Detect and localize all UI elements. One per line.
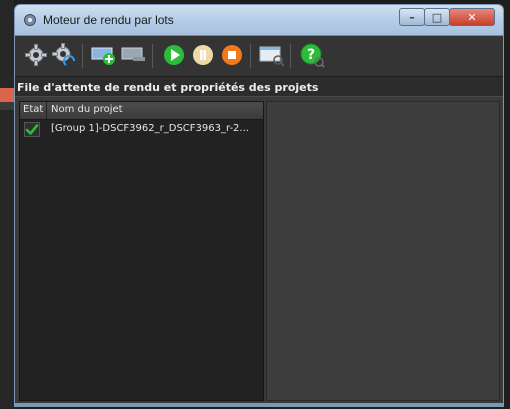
stop-render-button[interactable] xyxy=(219,42,245,68)
window-bottom-border xyxy=(15,403,503,406)
render-queue-list[interactable]: Etat Nom du projet [Group 1]-DSCF3962_r_… xyxy=(19,101,264,401)
toolbar-separator xyxy=(290,44,291,68)
title-bar[interactable]: Moteur de rendu par lots – □ ✕ xyxy=(15,5,503,36)
play-icon xyxy=(164,45,184,65)
gear-icon xyxy=(25,44,47,66)
add-item-icon xyxy=(91,47,115,65)
toolbar: ? xyxy=(15,36,503,77)
column-header-name[interactable]: Nom du projet xyxy=(51,104,123,115)
window-title: Moteur de rendu par lots xyxy=(43,13,174,27)
preview-button[interactable] xyxy=(259,42,285,68)
preview-icon xyxy=(259,46,285,67)
minimize-button[interactable]: – xyxy=(399,8,425,26)
remove-project-button[interactable] xyxy=(121,42,147,68)
pause-icon xyxy=(193,45,213,65)
maximize-button[interactable]: □ xyxy=(424,8,450,26)
project-name: [Group 1]-DSCF3962_r_DSCF3963_r-2... xyxy=(51,123,249,134)
app-gear-icon xyxy=(24,14,36,26)
remove-item-icon xyxy=(121,47,145,61)
stop-icon xyxy=(222,45,242,65)
toolbar-separator xyxy=(82,44,83,68)
column-divider[interactable] xyxy=(46,102,47,119)
toolbar-separator xyxy=(152,44,153,68)
batch-render-window: Moteur de rendu par lots – □ ✕ ? File d'… xyxy=(14,4,504,407)
help-icon: ? xyxy=(300,43,325,68)
background-window-accent xyxy=(0,88,14,102)
svg-text:?: ? xyxy=(307,47,315,63)
gear-refresh-icon xyxy=(52,43,75,66)
settings-button[interactable] xyxy=(23,42,49,68)
background-window-strip xyxy=(0,102,14,110)
add-project-button[interactable] xyxy=(91,42,117,68)
table-row[interactable]: [Group 1]-DSCF3962_r_DSCF3963_r-2... xyxy=(20,120,263,138)
toolbar-separator xyxy=(250,44,251,68)
close-button[interactable]: ✕ xyxy=(449,8,495,26)
checkmark-icon xyxy=(25,124,39,135)
section-title: File d'attente de rendu et propriétés de… xyxy=(17,81,319,94)
background-window xyxy=(0,0,14,409)
column-header-status[interactable]: Etat xyxy=(23,104,43,115)
main-panel: Etat Nom du projet [Group 1]-DSCF3962_r_… xyxy=(15,96,503,406)
table-header: Etat Nom du projet xyxy=(20,102,263,120)
status-checkbox[interactable] xyxy=(24,122,40,137)
start-render-button[interactable] xyxy=(161,42,187,68)
help-button[interactable]: ? xyxy=(299,42,325,68)
settings-refresh-button[interactable] xyxy=(51,42,77,68)
project-properties-panel xyxy=(266,101,500,401)
pause-render-button[interactable] xyxy=(190,42,216,68)
